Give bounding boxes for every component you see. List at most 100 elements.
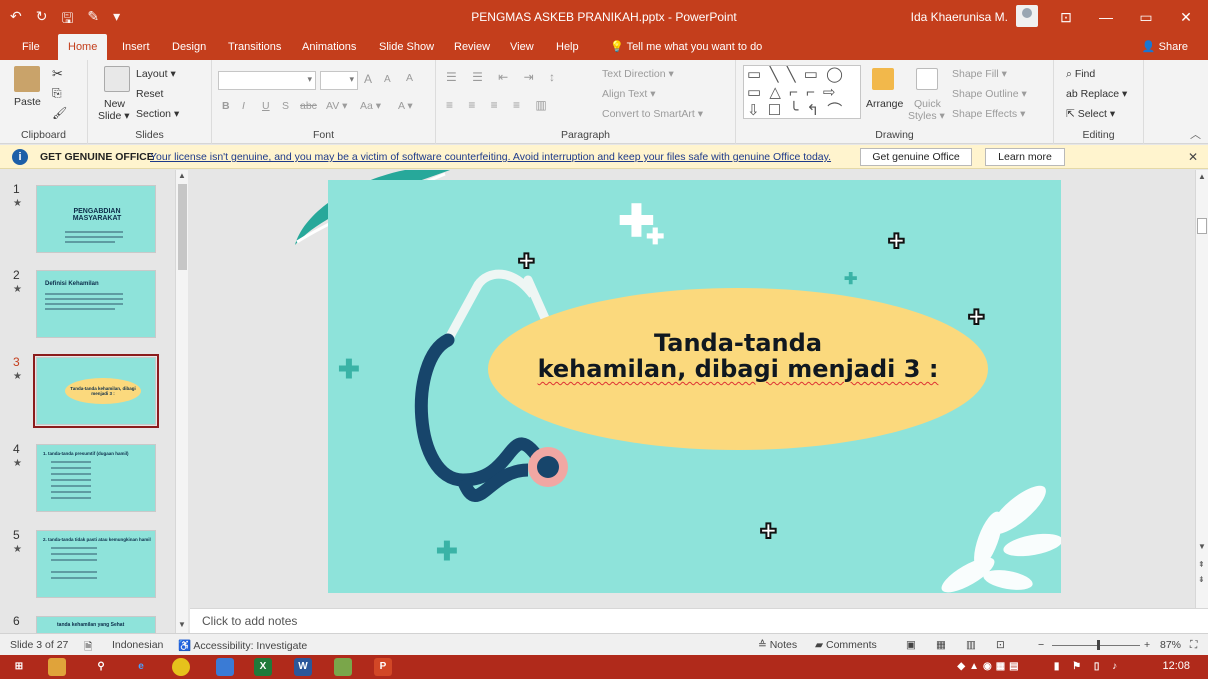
close-icon[interactable]: ✕ — [1188, 150, 1198, 164]
italic-button[interactable]: I — [242, 100, 245, 112]
shape-outline-button[interactable]: Shape Outline ▾ — [952, 88, 1027, 100]
close-button[interactable]: ✕ — [1166, 0, 1206, 34]
notes-pane[interactable]: Click to add notes — [190, 608, 1208, 633]
tab-slide-show[interactable]: Slide Show — [369, 34, 444, 60]
collapse-ribbon-icon[interactable]: ︿ — [1190, 126, 1201, 142]
slide-thumbnail-1[interactable]: PENGABDIAN MASYARAKAT — [36, 185, 156, 253]
info-message-link[interactable]: Your license isn't genuine, and you may … — [150, 151, 831, 163]
restore-button[interactable]: ▭ — [1126, 0, 1166, 34]
slide-thumbnail-6[interactable]: tanda kehamilan yang Sehat — [36, 616, 156, 633]
grow-font-button[interactable]: A — [364, 72, 372, 86]
strikethrough-button[interactable]: abc — [300, 100, 317, 112]
ribbon-display-icon[interactable]: ⊡ — [1046, 0, 1086, 34]
replace-button[interactable]: ab Replace ▾ — [1066, 88, 1127, 100]
bold-button[interactable]: B — [222, 100, 230, 112]
powerpoint-icon[interactable]: P — [374, 658, 392, 676]
app-icon[interactable] — [216, 658, 234, 676]
tab-transitions[interactable]: Transitions — [218, 34, 291, 60]
word-icon[interactable]: W — [294, 658, 312, 676]
tab-design[interactable]: Design — [162, 34, 216, 60]
clear-format-button[interactable]: A — [406, 72, 413, 84]
minimize-button[interactable]: — — [1086, 0, 1126, 34]
shapes-gallery[interactable]: ▭ ╲ ╲ ▭ ◯ ▭ △ ⌐ ⌐ ⇨ ⇩ ☐ ╰ ↰ ⌒ { } ☆ — [743, 65, 861, 119]
current-slide[interactable]: Tanda-tanda kehamilan, dibagi menjadi 3 … — [328, 180, 1061, 593]
notes-toggle[interactable]: ≙ Notes — [758, 639, 797, 651]
change-case-button[interactable]: Aa ▾ — [360, 100, 381, 112]
scroll-thumb[interactable] — [178, 184, 187, 270]
quick-styles-icon[interactable] — [916, 68, 938, 90]
slide-thumbnail-4[interactable]: 1. tanda-tanda presumtif (dugaan hamil) — [36, 444, 156, 512]
save-icon[interactable]: 🖫 — [61, 8, 73, 32]
align-text-button[interactable]: Align Text ▾ — [602, 88, 656, 100]
shape-effects-button[interactable]: Shape Effects ▾ — [952, 108, 1025, 120]
quick-styles-button[interactable]: Quick — [914, 98, 941, 110]
customize-qat-icon[interactable]: ▾ — [113, 8, 120, 32]
tray-status-icons[interactable]: ▮ ⚑ ▯ ♪ — [1048, 658, 1128, 676]
excel-icon[interactable]: X — [254, 658, 272, 676]
shape-fill-button[interactable]: Shape Fill ▾ — [952, 68, 1007, 80]
font-family-select[interactable] — [218, 71, 316, 90]
underline-button[interactable]: U — [262, 100, 270, 112]
undo-icon[interactable]: ↶ — [10, 8, 22, 32]
scroll-thumb[interactable] — [1197, 218, 1207, 234]
char-spacing-button[interactable]: AV ▾ — [326, 100, 347, 112]
zoom-slider[interactable] — [1052, 645, 1140, 646]
touch-mode-icon[interactable]: ✎ — [87, 8, 99, 32]
search-icon[interactable]: ⚲ — [92, 658, 110, 676]
layout-button[interactable]: Layout ▾ — [136, 68, 176, 80]
arrange-icon[interactable] — [872, 68, 894, 90]
arrange-button[interactable]: Arrange — [866, 98, 903, 110]
editor-scrollbar[interactable]: ▲ ▼ ⇞ ⇟ — [1195, 170, 1208, 608]
quick-styles-dropdown[interactable]: Styles ▾ — [908, 110, 945, 122]
tab-help[interactable]: Help — [546, 34, 589, 60]
reading-view-icon[interactable]: ▥ — [966, 639, 976, 651]
slide-sorter-icon[interactable]: ▦ — [936, 639, 946, 651]
list-buttons[interactable]: ☰ ☰ ⇤ ⇥ ↕ — [446, 70, 561, 84]
fit-slide-icon[interactable]: ⛶ — [1190, 639, 1197, 652]
cut-icon[interactable]: ✂ — [52, 66, 63, 82]
zoom-in-icon[interactable]: + — [1144, 639, 1150, 651]
new-slide-icon[interactable] — [104, 66, 130, 92]
app-icon[interactable] — [334, 658, 352, 676]
previous-slide-icon[interactable]: ⇞ — [1198, 560, 1205, 569]
accessibility-status[interactable]: ♿ Accessibility: Investigate — [178, 639, 307, 652]
system-tray-icons[interactable]: ◆▲◉▦▤ — [940, 658, 1040, 676]
find-button[interactable]: ⌕ Find — [1066, 68, 1095, 81]
paste-button[interactable]: Paste — [14, 96, 41, 108]
file-explorer-icon[interactable] — [48, 658, 66, 676]
slideshow-view-icon[interactable]: ⊡ — [996, 639, 1005, 651]
learn-more-button[interactable]: Learn more — [985, 148, 1065, 166]
avatar[interactable] — [1016, 5, 1038, 27]
align-buttons[interactable]: ≡ ≡ ≡ ≡ ▥ — [446, 98, 553, 112]
scroll-down-icon[interactable]: ▼ — [1198, 542, 1206, 551]
new-slide-dropdown[interactable]: Slide ▾ — [98, 110, 130, 122]
zoom-slider-knob[interactable] — [1097, 640, 1100, 650]
font-color-button[interactable]: A ▾ — [398, 100, 413, 112]
text-direction-button[interactable]: Text Direction ▾ — [602, 68, 674, 80]
tab-insert[interactable]: Insert — [112, 34, 160, 60]
tell-me-search[interactable]: 💡 Tell me what you want to do — [610, 34, 762, 60]
chrome-icon[interactable] — [172, 658, 190, 676]
language-indicator[interactable]: Indonesian — [112, 639, 163, 651]
tab-view[interactable]: View — [500, 34, 544, 60]
taskbar-clock[interactable]: 12:08 — [1162, 660, 1190, 672]
select-button[interactable]: ⇱ Select ▾ — [1066, 108, 1115, 120]
shadow-button[interactable]: S — [282, 100, 289, 112]
tab-file[interactable]: File — [12, 34, 50, 60]
normal-view-icon[interactable]: ▣ — [906, 639, 916, 651]
comments-toggle[interactable]: ▰ Comments — [815, 639, 877, 651]
windows-start-icon[interactable]: ⊞ — [10, 658, 28, 676]
zoom-level[interactable]: 87% — [1160, 639, 1181, 651]
slide-thumbnail-2[interactable]: Definisi Kehamilan — [36, 270, 156, 338]
slide-thumbnail-3[interactable]: Tanda-tanda kehamilan, dibagi menjadi 3 … — [33, 354, 159, 428]
share-button[interactable]: 👤 Share — [1142, 34, 1188, 60]
font-size-select[interactable] — [320, 71, 358, 90]
slide-thumbnail-5[interactable]: 2. tanda-tanda tidak pasti atau kemungki… — [36, 530, 156, 598]
get-genuine-office-button[interactable]: Get genuine Office — [860, 148, 972, 166]
scroll-up-icon[interactable]: ▲ — [1198, 172, 1206, 181]
next-slide-icon[interactable]: ⇟ — [1198, 575, 1205, 584]
tab-home[interactable]: Home — [58, 34, 108, 60]
redo-icon[interactable]: ↻ — [36, 8, 48, 32]
shrink-font-button[interactable]: A — [384, 74, 391, 85]
copy-icon[interactable]: ⎘ — [52, 86, 62, 101]
